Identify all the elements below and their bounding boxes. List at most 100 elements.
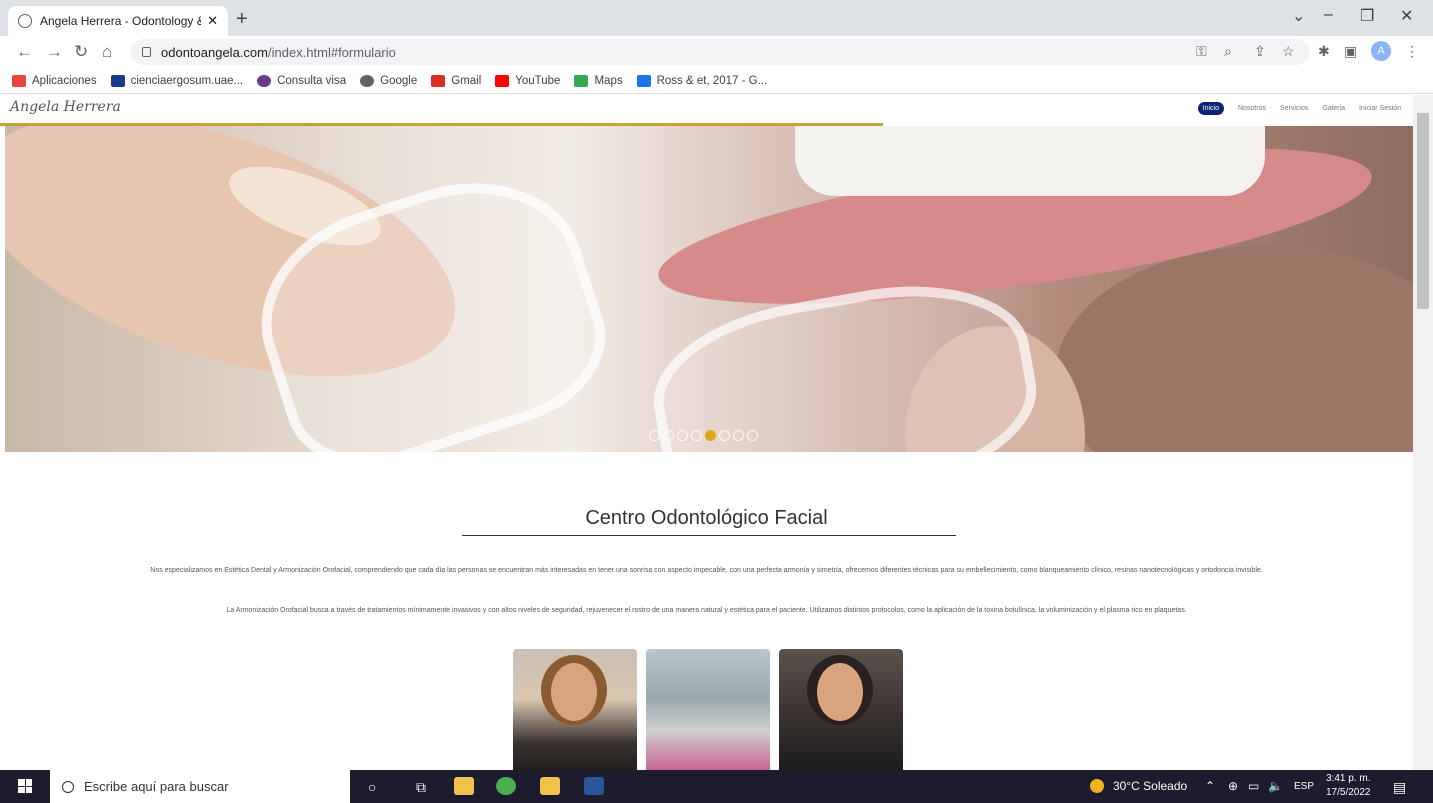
windows-start-icon[interactable] xyxy=(18,779,32,793)
carousel-dots xyxy=(649,430,758,441)
scholar-icon xyxy=(636,74,651,87)
network-icon[interactable]: ⊕ xyxy=(1228,779,1238,793)
minimize-button[interactable]: – xyxy=(1324,6,1333,24)
carousel-dot[interactable] xyxy=(649,430,660,441)
nav-inicio[interactable]: Inicio xyxy=(1197,102,1224,115)
carousel-dot[interactable] xyxy=(747,430,758,441)
tray-chevron-icon[interactable]: ⌃ xyxy=(1205,779,1215,793)
close-window-button[interactable]: ✕ xyxy=(1400,6,1413,26)
search-placeholder: Escribe aquí para buscar xyxy=(84,779,229,794)
volume-icon[interactable]: 🔈 xyxy=(1268,779,1283,793)
carousel-dot[interactable] xyxy=(719,430,730,441)
page-scrollbar[interactable] xyxy=(1413,95,1433,770)
carousel-dot[interactable] xyxy=(677,430,688,441)
apps-grid-icon xyxy=(12,74,26,87)
intro-paragraph-2: La Armonización Orofacial busca a través… xyxy=(226,607,1187,614)
site-header: Angela Herrera Inicio Nosotros Servicios… xyxy=(0,95,1413,123)
seal-icon xyxy=(257,74,272,87)
heading-underline xyxy=(462,535,956,536)
file-explorer-icon[interactable] xyxy=(454,777,474,795)
url-input[interactable]: odontoangela.com /index.html#formulario xyxy=(130,39,1310,65)
browser-tab[interactable]: Angela Herrera - Odontology & ✕ xyxy=(8,6,228,36)
team-photo-2[interactable] xyxy=(646,649,770,770)
tab-title: Angela Herrera - Odontology & xyxy=(40,14,202,28)
bookmark-label: Consulta visa xyxy=(277,74,347,87)
search-icon xyxy=(62,780,74,793)
reload-icon[interactable]: ↻ xyxy=(74,42,88,62)
carousel-dot[interactable] xyxy=(691,430,702,441)
side-panel-icon[interactable]: ▣ xyxy=(1344,43,1357,60)
team-photo-1[interactable] xyxy=(513,649,637,770)
globe-icon xyxy=(360,74,375,87)
hero-carousel[interactable] xyxy=(5,126,1413,452)
bookmarks-bar: Aplicaciones cienciaergosum.uae... Consu… xyxy=(0,68,1433,94)
carousel-dot[interactable] xyxy=(705,430,716,441)
scrollbar-thumb[interactable] xyxy=(1417,113,1429,309)
nav-servicios[interactable]: Servicios xyxy=(1280,105,1308,112)
clock-time[interactable]: 3:41 p. m. xyxy=(1326,773,1370,784)
site-nav: Inicio Nosotros Servicios Galeria Inicia… xyxy=(1197,102,1401,115)
globe-icon xyxy=(18,14,32,28)
battery-icon[interactable]: ▭ xyxy=(1248,779,1259,793)
back-icon[interactable]: ← xyxy=(16,42,33,62)
task-view-icon[interactable]: ⧉ xyxy=(416,779,426,796)
bookmark-label: Gmail xyxy=(451,74,482,87)
address-bar-row: ← → ↻ ⌂ odontoangela.com /index.html#for… xyxy=(0,36,1433,68)
menu-kebab-icon[interactable]: ⋮ xyxy=(1405,43,1419,60)
bookmark-gmail[interactable]: Gmail xyxy=(431,74,482,87)
bookmark-aplicaciones[interactable]: Aplicaciones xyxy=(12,74,97,87)
photo-part xyxy=(551,663,597,721)
browser-tab-bar: Angela Herrera - Odontology & ✕ + ⌄ – ❐ … xyxy=(0,0,1433,36)
password-key-icon[interactable]: ⚿ xyxy=(1196,43,1207,60)
gmail-icon xyxy=(431,74,446,87)
profile-avatar[interactable]: A xyxy=(1371,41,1391,61)
site-logo[interactable]: Angela Herrera xyxy=(10,99,121,115)
maps-icon xyxy=(574,74,589,87)
bookmark-ross[interactable]: Ross & et, 2017 - G... xyxy=(636,74,767,87)
extensions-icon[interactable]: ✱ xyxy=(1318,43,1330,60)
tab-search-icon[interactable]: ⌄ xyxy=(1292,6,1305,26)
zoom-icon[interactable]: ⌕ xyxy=(1224,43,1232,60)
bookmark-google[interactable]: Google xyxy=(360,74,418,87)
nav-galeria[interactable]: Galeria xyxy=(1322,105,1345,112)
bookmark-consulta-visa[interactable]: Consulta visa xyxy=(257,74,347,87)
hero-photo-part xyxy=(795,126,1265,196)
bookmark-label: Aplicaciones xyxy=(32,74,97,87)
notifications-icon[interactable]: ▤ xyxy=(1393,779,1406,796)
bookmark-label: YouTube xyxy=(515,74,561,87)
restore-button[interactable]: ❐ xyxy=(1360,6,1374,26)
carousel-dot[interactable] xyxy=(663,430,674,441)
page-viewport: Angela Herrera Inicio Nosotros Servicios… xyxy=(0,95,1413,770)
bookmark-star-icon[interactable]: ☆ xyxy=(1282,43,1295,60)
weather-text[interactable]: 30°C Soleado xyxy=(1113,779,1187,793)
taskbar-search-input[interactable]: Escribe aquí para buscar xyxy=(50,770,350,803)
windows-taskbar: Escribe aquí para buscar ○ ⧉ 30°C Solead… xyxy=(0,770,1433,803)
bookmark-label: Google xyxy=(380,74,418,87)
nav-nosotros[interactable]: Nosotros xyxy=(1238,105,1266,112)
share-icon[interactable]: ⇪ xyxy=(1254,43,1266,60)
url-host: odontoangela.com xyxy=(161,44,268,60)
cortana-icon[interactable]: ○ xyxy=(368,779,376,795)
carousel-dot[interactable] xyxy=(733,430,744,441)
weather-sun-icon[interactable] xyxy=(1090,779,1104,793)
close-tab-icon[interactable]: ✕ xyxy=(207,13,218,29)
chrome-icon[interactable] xyxy=(496,777,516,795)
team-photo-3[interactable] xyxy=(779,649,903,770)
bookmark-cienciaergosum[interactable]: cienciaergosum.uae... xyxy=(110,74,244,87)
section-heading: Centro Odontológico Facial xyxy=(585,507,828,529)
bookmark-maps[interactable]: Maps xyxy=(574,74,623,87)
lock-icon xyxy=(142,47,151,57)
bookmark-label: cienciaergosum.uae... xyxy=(130,74,244,87)
bookmark-youtube[interactable]: YouTube xyxy=(495,74,561,87)
language-indicator[interactable]: ESP xyxy=(1294,781,1314,792)
url-path: /index.html#formulario xyxy=(267,44,396,60)
home-icon[interactable]: ⌂ xyxy=(102,42,112,62)
nav-iniciar-sesion[interactable]: Iniciar Sesión xyxy=(1359,105,1401,112)
new-tab-button[interactable]: + xyxy=(236,8,248,31)
hd-icon xyxy=(110,74,125,87)
clock-date[interactable]: 17/5/2022 xyxy=(1326,787,1371,798)
store-icon[interactable] xyxy=(540,777,560,795)
forward-icon[interactable]: → xyxy=(46,42,63,62)
photo-part xyxy=(817,663,863,721)
word-icon[interactable] xyxy=(584,777,604,795)
